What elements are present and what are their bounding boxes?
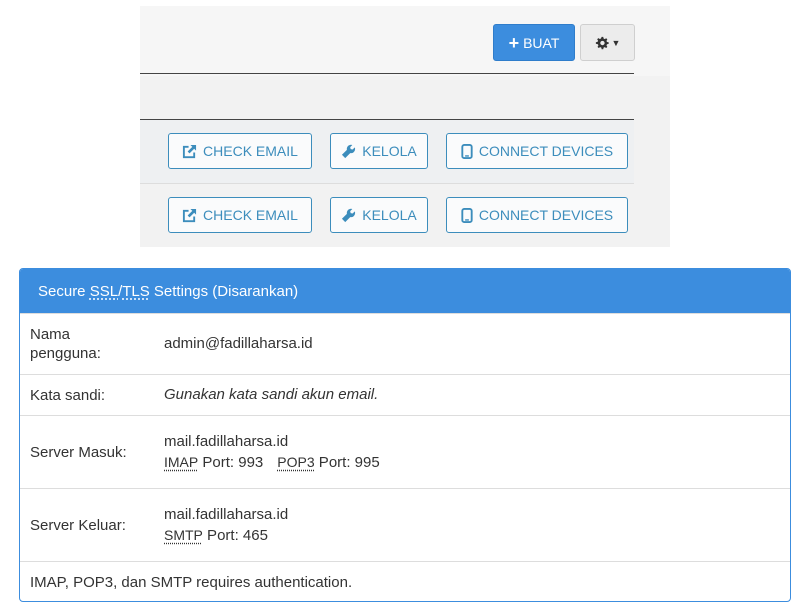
tls-abbr: TLS bbox=[122, 282, 150, 300]
imap-port: Port: 993 bbox=[198, 453, 264, 471]
plus-icon: + bbox=[508, 32, 520, 53]
wrench-icon bbox=[342, 144, 356, 158]
kelola-label: KELOLA bbox=[362, 207, 417, 223]
pop3-abbr: POP3 bbox=[277, 453, 315, 470]
incoming-server-row: Server Masuk: mail.fadillaharsa.id IMAP … bbox=[20, 415, 790, 488]
connect-devices-label: CONNECT DEVICES bbox=[478, 143, 614, 159]
create-button[interactable]: + BUAT bbox=[493, 24, 575, 61]
password-row: Kata sandi: Gunakan kata sandi akun emai… bbox=[20, 374, 790, 415]
check-email-label: CHECK EMAIL bbox=[203, 207, 298, 223]
incoming-server-value: mail.fadillaharsa.id IMAP Port: 993 POP3 … bbox=[164, 432, 380, 473]
imap-abbr: IMAP bbox=[164, 453, 199, 470]
auth-note-row: IMAP, POP3, dan SMTP requires authentica… bbox=[20, 561, 790, 601]
username-label: Nama pengguna: bbox=[30, 326, 101, 362]
ssl-settings-panel: Secure SSL / TLS Settings (Disarankan) Nam… bbox=[19, 268, 791, 602]
connect-devices-label: CONNECT DEVICES bbox=[478, 207, 614, 223]
connect-devices-button[interactable]: CONNECT DEVICES bbox=[446, 197, 628, 233]
create-button-label: BUAT bbox=[523, 34, 560, 51]
external-link-icon bbox=[182, 208, 197, 222]
ssl-abbr: SSL bbox=[89, 282, 119, 300]
check-email-label: CHECK EMAIL bbox=[203, 143, 298, 159]
account-row: CHECK EMAIL KELOLA CONNECT DEVICES bbox=[140, 184, 634, 246]
account-row: CHECK EMAIL KELOLA CONNECT DEVICES bbox=[140, 120, 634, 183]
connect-devices-button[interactable]: CONNECT DEVICES bbox=[446, 133, 628, 169]
check-email-button[interactable]: CHECK EMAIL bbox=[168, 133, 312, 169]
outgoing-server-label: Server Keluar: bbox=[30, 516, 126, 534]
panel-title: Secure SSL / TLS Settings (Disarankan) bbox=[20, 269, 790, 313]
divider bbox=[140, 73, 634, 74]
pop3-port: Port: 995 bbox=[314, 453, 380, 471]
outgoing-ports: SMTP Port: 465 bbox=[164, 525, 288, 546]
email-accounts-crop: + BUAT ▼ CHECK EMAIL KELOLA CONNECT DEVI… bbox=[140, 0, 670, 247]
outgoing-host: mail.fadillaharsa.id bbox=[164, 505, 289, 523]
outgoing-server-value: mail.fadillaharsa.id SMTP Port: 465 bbox=[164, 505, 288, 546]
title-suffix: Settings (Disarankan) bbox=[153, 282, 299, 300]
check-email-button[interactable]: CHECK EMAIL bbox=[168, 197, 312, 233]
kelola-button[interactable]: KELOLA bbox=[330, 133, 428, 169]
password-label: Kata sandi: bbox=[30, 386, 106, 404]
chevron-down-icon: ▼ bbox=[611, 37, 621, 48]
wrench-icon bbox=[342, 208, 356, 222]
smtp-port: Port: 465 bbox=[202, 526, 268, 544]
username-row: Nama pengguna: admin@fadillaharsa.id bbox=[20, 313, 790, 374]
outgoing-server-row: Server Keluar: mail.fadillaharsa.id SMTP… bbox=[20, 488, 790, 561]
smtp-abbr: SMTP bbox=[164, 526, 203, 543]
incoming-host: mail.fadillaharsa.id bbox=[164, 432, 289, 450]
password-value: Gunakan kata sandi akun email. bbox=[164, 386, 379, 403]
settings-dropdown-button[interactable]: ▼ bbox=[580, 24, 635, 61]
toolbar: + BUAT ▼ bbox=[140, 6, 670, 76]
title-prefix: Secure bbox=[38, 282, 86, 300]
kelola-button[interactable]: KELOLA bbox=[330, 197, 428, 233]
external-link-icon bbox=[182, 144, 197, 158]
username-value: admin@fadillaharsa.id bbox=[164, 335, 313, 352]
mobile-device-icon bbox=[461, 207, 473, 223]
kelola-label: KELOLA bbox=[362, 143, 417, 159]
gear-icon bbox=[595, 36, 609, 49]
auth-note: IMAP, POP3, dan SMTP requires authentica… bbox=[30, 573, 353, 591]
mobile-device-icon bbox=[461, 143, 473, 159]
incoming-ports: IMAP Port: 993 POP3 Port: 995 bbox=[164, 452, 380, 473]
incoming-server-label: Server Masuk: bbox=[30, 443, 127, 461]
